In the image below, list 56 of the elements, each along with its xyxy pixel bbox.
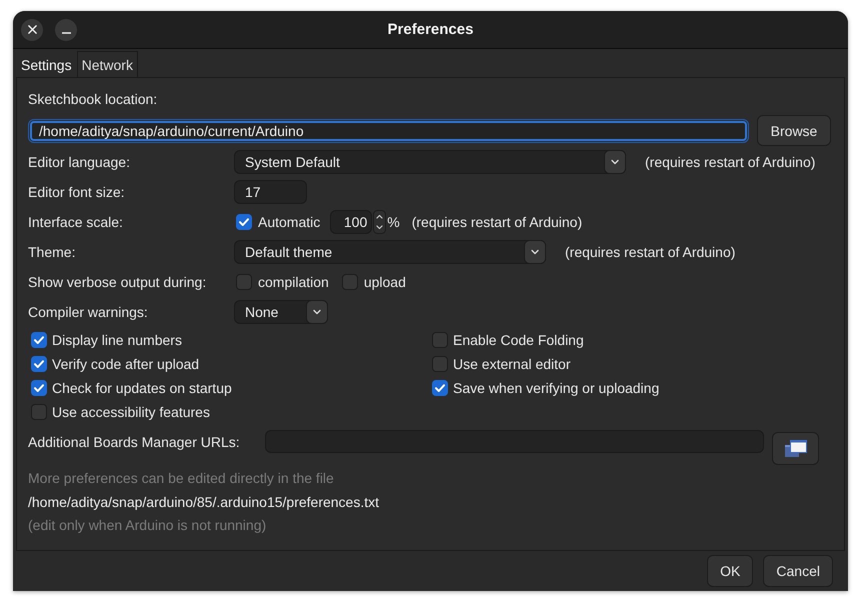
field-label: Editor font size: bbox=[28, 184, 126, 200]
field-label: Theme: bbox=[28, 244, 76, 260]
caret-icon bbox=[524, 240, 546, 264]
text-field[interactable]: 17 bbox=[234, 180, 307, 204]
hint-text: More preferences can be edited directly in the file bbox=[28, 469, 335, 488]
file-path: /home/aditya/snap/arduino/85/.arduino15/preferences.txt bbox=[28, 492, 380, 512]
checkbox[interactable] bbox=[236, 214, 252, 230]
spin-arrows-icon[interactable] bbox=[373, 210, 386, 234]
field-label: Additional Boards Manager URLs: bbox=[28, 433, 241, 452]
edit-urls-button[interactable] bbox=[772, 432, 819, 465]
ok-button[interactable]: OK bbox=[707, 555, 754, 587]
unit-label: % bbox=[387, 214, 400, 230]
note-text: (requires restart of Arduino) bbox=[645, 154, 816, 170]
checkbox[interactable] bbox=[31, 356, 47, 372]
checkbox[interactable] bbox=[432, 380, 448, 396]
caret-icon bbox=[604, 150, 626, 174]
checkbox-label: Use external editor bbox=[453, 356, 571, 372]
dropdown[interactable]: None bbox=[234, 300, 328, 324]
field-label: Interface scale: bbox=[28, 214, 124, 230]
checkbox-label: Use accessibility features bbox=[52, 404, 210, 420]
dropdown[interactable]: Default theme bbox=[234, 240, 546, 264]
note-text: (requires restart of Arduino) bbox=[565, 244, 736, 260]
windows-icon bbox=[784, 440, 806, 457]
field-label: Editor language: bbox=[28, 154, 131, 170]
minimize-icon bbox=[62, 32, 70, 34]
text-field[interactable]: /home/aditya/snap/arduino/current/Arduino bbox=[28, 118, 749, 142]
field-label: Show verbose output during: bbox=[28, 274, 208, 290]
checkbox-label: Save when verifying or uploading bbox=[453, 380, 660, 396]
tab[interactable]: Network bbox=[76, 51, 138, 77]
checkbox[interactable] bbox=[31, 332, 47, 348]
browse-button[interactable]: Browse bbox=[757, 115, 831, 146]
close-icon bbox=[28, 25, 36, 34]
checkbox-label: Check for updates on startup bbox=[52, 380, 232, 396]
minimize-button[interactable] bbox=[55, 18, 77, 40]
checkbox-label: Enable Code Folding bbox=[453, 332, 584, 348]
checkbox[interactable] bbox=[432, 332, 448, 348]
dropdown[interactable]: System Default bbox=[234, 150, 626, 174]
note-text: (requires restart of Arduino) bbox=[412, 214, 582, 230]
checkbox-label: Verify code after upload bbox=[52, 356, 200, 372]
hint-text: (edit only when Arduino is not running) bbox=[28, 516, 268, 535]
window-title: Preferences bbox=[388, 21, 474, 38]
checkbox[interactable] bbox=[31, 404, 47, 420]
caret-icon bbox=[306, 300, 328, 324]
cancel-button[interactable]: Cancel bbox=[763, 555, 833, 587]
spin-box[interactable]: 100 bbox=[330, 210, 372, 234]
checkbox-label: compilation bbox=[258, 274, 329, 290]
checkbox[interactable] bbox=[236, 274, 252, 290]
checkbox-label: Automatic bbox=[258, 214, 320, 230]
checkbox[interactable] bbox=[31, 380, 47, 396]
field-label: Sketchbook location: bbox=[28, 90, 158, 109]
checkbox-label: upload bbox=[364, 274, 406, 290]
field-label: Compiler warnings: bbox=[28, 304, 149, 320]
close-button[interactable] bbox=[21, 18, 43, 40]
checkbox-label: Display line numbers bbox=[52, 332, 182, 348]
checkbox[interactable] bbox=[432, 356, 448, 372]
checkbox[interactable] bbox=[342, 274, 358, 290]
